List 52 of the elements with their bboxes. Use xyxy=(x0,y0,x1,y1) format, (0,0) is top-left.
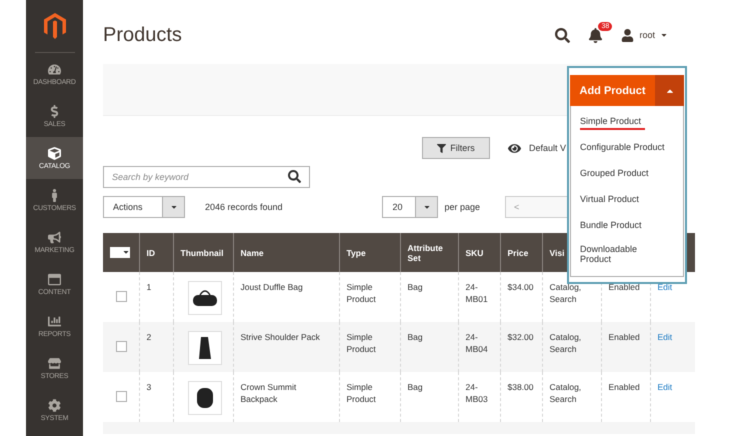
bag-thumbnail xyxy=(188,381,222,415)
records-count: 2046 records found xyxy=(205,202,283,212)
bell-icon[interactable] xyxy=(588,28,604,42)
edit-link[interactable]: Edit xyxy=(658,382,672,392)
caret-icon xyxy=(660,31,668,39)
page-size-select[interactable]: 20 xyxy=(382,196,438,218)
column-header[interactable]: Thumbnail xyxy=(173,233,233,272)
edit-link[interactable]: Edit xyxy=(658,282,672,292)
caret-icon xyxy=(122,248,130,256)
menu-item[interactable]: Configurable Product xyxy=(571,136,683,162)
user-menu[interactable]: root xyxy=(621,28,668,42)
column-header[interactable]: Type xyxy=(339,233,400,272)
menu-item[interactable]: Downloadable Product xyxy=(571,240,683,272)
column-header[interactable]: ID xyxy=(139,233,173,272)
bag-thumbnail xyxy=(188,331,222,365)
search-field[interactable]: Search by keyword xyxy=(103,166,310,188)
add-product-button[interactable]: Add Product xyxy=(570,75,684,106)
column-header[interactable]: Name xyxy=(233,233,339,272)
reports-icon xyxy=(48,314,61,328)
catalog-icon xyxy=(48,146,61,160)
stores-icon xyxy=(48,356,61,370)
edit-link[interactable]: Edit xyxy=(658,332,672,342)
column-header[interactable]: Price xyxy=(500,233,542,272)
row-checkbox[interactable] xyxy=(116,391,127,402)
menu-item[interactable]: Simple Product xyxy=(571,110,683,136)
eye-icon xyxy=(508,142,521,154)
menu-item[interactable]: Virtual Product xyxy=(571,188,683,214)
view-link[interactable]: Default V xyxy=(508,142,566,154)
search-icon[interactable] xyxy=(288,170,301,183)
row-checkbox[interactable] xyxy=(116,291,127,302)
column-header[interactable]: SKU xyxy=(458,233,500,272)
marketing-icon xyxy=(48,230,61,244)
row-checkbox[interactable] xyxy=(116,341,127,352)
menu-item[interactable]: Grouped Product xyxy=(571,162,683,188)
content-icon xyxy=(48,272,61,286)
actions-select[interactable]: Actions xyxy=(103,196,185,218)
column-header[interactable]: Attribute Set xyxy=(400,233,458,272)
per-page-label: per page xyxy=(444,202,480,212)
bag-thumbnail xyxy=(188,281,222,315)
filters-button[interactable]: Filters xyxy=(422,137,490,159)
filter-icon xyxy=(437,144,446,152)
search-icon[interactable] xyxy=(555,28,570,42)
menu-item[interactable]: Bundle Product xyxy=(571,214,683,240)
select-all-checkbox[interactable] xyxy=(110,246,130,258)
caret-icon xyxy=(422,203,431,211)
logo-icon[interactable] xyxy=(44,13,66,39)
system-icon xyxy=(48,398,61,412)
sales-icon xyxy=(48,104,61,118)
caret-icon xyxy=(170,203,178,211)
user-icon xyxy=(621,28,634,42)
dashboard-icon xyxy=(48,62,61,76)
page-title: Products xyxy=(103,24,182,46)
